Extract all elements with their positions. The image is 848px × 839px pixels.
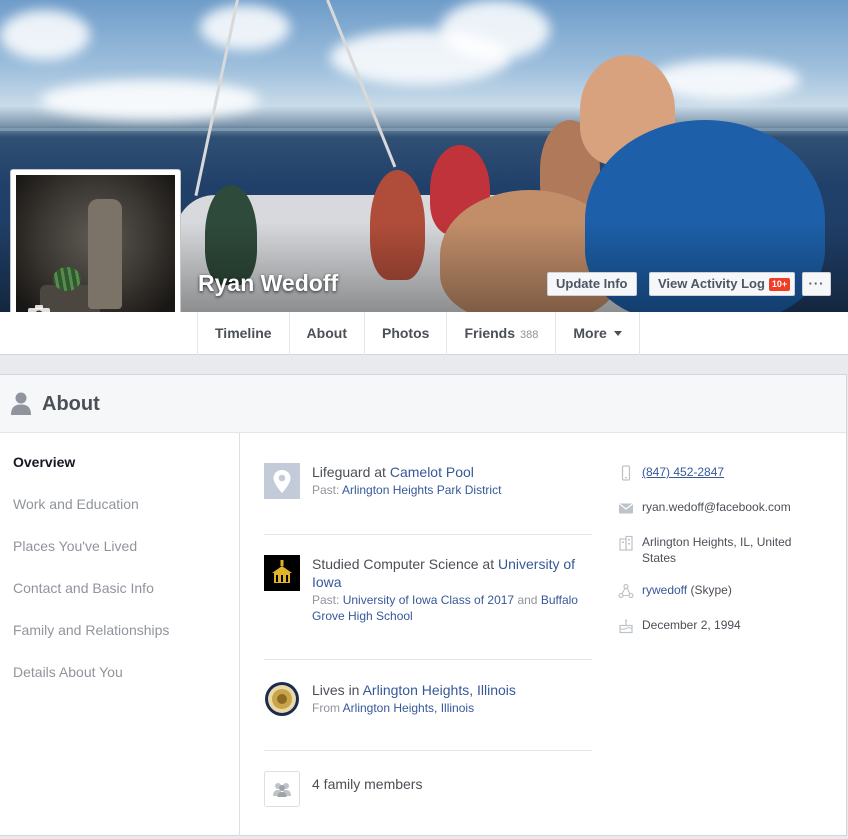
tab-label: About [306,325,347,341]
work-past-link[interactable]: Arlington Heights Park District [342,483,501,497]
cloud [0,10,90,60]
activity-badge: 10+ [768,278,791,291]
skype-label: (Skype) [687,583,732,597]
about-header: About [0,375,846,433]
update-info-label: Update Info [556,276,628,291]
rigging [326,0,397,168]
family-text: 4 family members [312,771,594,793]
family-count[interactable]: 4 family members [312,775,594,793]
from-prefix: From [312,701,343,715]
tab-friends[interactable]: Friends 388 [447,312,557,355]
work-line: Lifeguard at Camelot Pool [312,463,594,481]
contact-email: ryan.wedoff@facebook.com [616,499,816,517]
work-prefix: Lifeguard at [312,464,390,480]
past-prefix: Past: [312,483,343,497]
lives-entry: Lives in Arlington Heights, Illinois Fro… [264,681,592,721]
divider [264,659,592,660]
skype-name-link[interactable]: rywedoff [642,583,687,597]
birthday-text: December 2, 1994 [642,618,741,632]
from-city-link[interactable]: Arlington Heights, Illinois [343,701,474,715]
cake-icon [619,619,633,634]
update-info-button[interactable]: Update Info [547,272,637,296]
tab-more[interactable]: More [556,312,640,355]
person-icon [11,392,31,415]
education-text: Studied Computer Science at University o… [312,555,594,624]
education-past-link-1[interactable]: University of Iowa Class of 2017 [343,593,514,607]
more-options-button[interactable]: ··· [802,272,831,296]
about-nav-family[interactable]: Family and Relationships [13,622,169,638]
family-icon [264,771,300,807]
email-text: ryan.wedoff@facebook.com [642,500,791,514]
work-place-link[interactable]: Camelot Pool [390,464,474,480]
email-icon [619,503,633,514]
education-and: and [514,593,541,607]
about-nav-details[interactable]: Details About You [13,664,123,680]
phone-icon [621,465,631,481]
lives-line: Lives in Arlington Heights, Illinois [312,681,594,699]
figure [88,199,122,309]
contact-birthday: December 2, 1994 [616,617,816,635]
activity-log-label: View Activity Log [658,276,765,291]
lives-city-link[interactable]: Arlington Heights, Illinois [363,682,516,698]
tab-label: More [573,325,607,341]
contact-phone: (847) 452-2847 [616,464,816,482]
about-title: About [42,393,100,415]
about-nav-contact-info[interactable]: Contact and Basic Info [13,580,154,596]
tab-label: Photos [381,325,430,341]
tab-label: Friends [464,325,516,341]
view-activity-log-button[interactable]: View Activity Log 10+ [649,272,796,296]
from-line: From Arlington Heights, Illinois [312,700,594,716]
lives-text: Lives in Arlington Heights, Illinois Fro… [312,681,594,716]
about-nav-overview[interactable]: Overview [13,454,75,470]
education-line: Studied Computer Science at University o… [312,555,594,591]
about-sidebar: Overview Work and Education Places You'v… [0,433,240,836]
network-icon [618,583,634,599]
divider [264,534,592,535]
friends-count: 388 [520,329,539,341]
skype-text: rywedoff (Skype) [642,582,822,598]
profile-name[interactable]: Ryan Wedoff [198,270,338,297]
tab-photos[interactable]: Photos [365,312,448,355]
lives-prefix: Lives in [312,682,363,698]
more-options-label: ··· [808,276,825,291]
tab-label: Timeline [215,325,272,341]
tab-timeline[interactable]: Timeline [198,312,290,355]
cloud [40,80,260,120]
divider [264,750,592,751]
address-text: Arlington Heights, IL, United States [642,535,792,565]
caret-down-icon [613,331,622,336]
nav-tabs: Timeline About Photos Friends 388 More [197,312,640,355]
contact-skype: rywedoff (Skype) [616,582,816,600]
university-logo-icon [264,555,300,591]
education-prefix: Studied Computer Science at [312,556,498,572]
about-nav-work-education[interactable]: Work and Education [13,496,139,512]
work-past-line: Past: Arlington Heights Park District [312,482,594,498]
phone-text: (847) 452-2847 [642,464,822,480]
work-entry: Lifeguard at Camelot Pool Past: Arlingto… [264,463,592,507]
about-card: About Overview Work and Education Places… [0,374,847,836]
phone-link[interactable]: (847) 452-2847 [642,465,724,479]
cloud [200,5,290,50]
education-past-line: Past: University of Iowa Class of 2017 a… [312,592,594,624]
timeline-navbar: Timeline About Photos Friends 388 More [0,312,848,355]
watermelon [53,267,81,291]
about-nav-places-lived[interactable]: Places You've Lived [13,538,137,554]
education-entry: Studied Computer Science at University o… [264,555,592,623]
past-prefix: Past: [312,593,343,607]
location-pin-icon [264,463,300,499]
family-entry: 4 family members [264,771,592,807]
cloud [440,0,550,60]
building-icon [619,535,633,551]
about-overview: Lifeguard at Camelot Pool Past: Arlingto… [240,433,846,836]
tab-about[interactable]: About [290,312,365,355]
work-text: Lifeguard at Camelot Pool Past: Arlingto… [312,463,594,498]
city-seal-icon [264,681,300,717]
contact-address: Arlington Heights, IL, United States [616,534,816,568]
profile-photo [16,175,175,333]
